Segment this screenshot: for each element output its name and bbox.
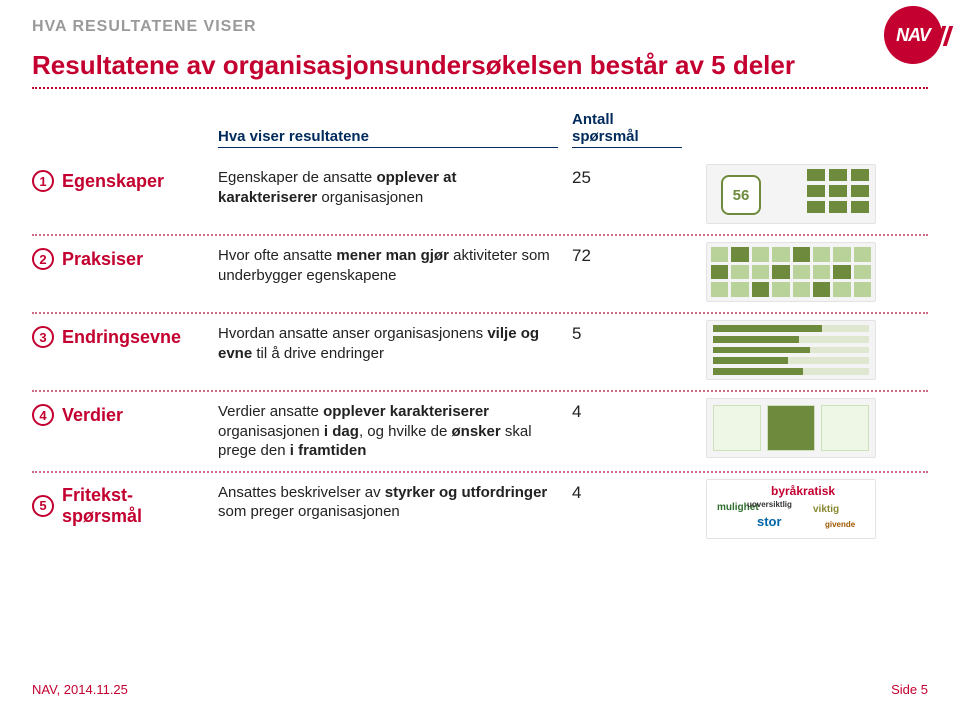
wordcloud-word: stor <box>757 514 782 529</box>
section-question-count: 25 <box>572 164 692 188</box>
slide-page: HVA RESULTATENE VISER NAV Resultatene av… <box>0 0 960 715</box>
section-label-text: Verdier <box>62 405 123 426</box>
section-label: 3 Endringsevne <box>32 320 204 348</box>
col-head-count: Antall spørsmål <box>572 111 682 148</box>
slide-kicker: HVA RESULTATENE VISER <box>32 18 928 36</box>
footer-date: NAV, 2014.11.25 <box>32 682 128 697</box>
section-row: 4 Verdier Verdier ansatte opplever karak… <box>32 390 928 461</box>
col-head-description: Hva viser resultatene <box>218 128 558 148</box>
section-label-text: Fritekst-spørsmål <box>62 485 204 527</box>
brand-logo-disc: NAV <box>884 6 942 64</box>
column-headers: Hva viser resultatene Antall spørsmål <box>32 111 928 148</box>
sections-list: Hva viser resultatene Antall spørsmål 1 … <box>32 111 928 539</box>
section-question-count: 72 <box>572 242 692 266</box>
slide-footer: NAV, 2014.11.25 Side 5 <box>32 682 928 697</box>
section-thumbnail <box>706 398 876 458</box>
section-thumbnail: byråkratisk mulighet viktig stor uoversi… <box>706 479 876 539</box>
section-row: 5 Fritekst-spørsmål Ansattes beskrivelse… <box>32 471 928 539</box>
section-thumbnail <box>706 242 876 302</box>
section-label: 5 Fritekst-spørsmål <box>32 479 204 527</box>
headline-divider <box>32 87 928 89</box>
section-thumbnail: 56 <box>706 164 876 224</box>
section-label-text: Egenskaper <box>62 171 164 192</box>
wordcloud-word: byråkratisk <box>771 484 835 498</box>
section-label: 1 Egenskaper <box>32 164 204 192</box>
brand-logo-stripes <box>939 26 950 46</box>
thumbnail-hex-value: 56 <box>721 175 761 215</box>
section-row: 1 Egenskaper Egenskaper de ansatte opple… <box>32 158 928 224</box>
section-label: 4 Verdier <box>32 398 204 426</box>
section-number-badge: 3 <box>32 326 54 348</box>
section-label-text: Endringsevne <box>62 327 181 348</box>
section-question-count: 4 <box>572 479 692 503</box>
section-description: Hvor ofte ansatte mener man gjør aktivit… <box>218 242 558 285</box>
section-number-badge: 1 <box>32 170 54 192</box>
wordcloud-word: givende <box>825 520 855 529</box>
section-description: Hvordan ansatte anser organisasjonens vi… <box>218 320 558 363</box>
section-thumbnail <box>706 320 876 380</box>
thumbnail-tiles-icon <box>807 169 869 213</box>
section-label-text: Praksiser <box>62 249 143 270</box>
section-row: 2 Praksiser Hvor ofte ansatte mener man … <box>32 234 928 302</box>
footer-page-number: Side 5 <box>891 682 928 697</box>
section-question-count: 4 <box>572 398 692 422</box>
section-number-badge: 2 <box>32 248 54 270</box>
section-description: Verdier ansatte opplever karakteriserer … <box>218 398 558 461</box>
slide-headline: Resultatene av organisasjonsundersøkelse… <box>32 50 928 81</box>
section-row: 3 Endringsevne Hvordan ansatte anser org… <box>32 312 928 380</box>
section-description: Ansattes beskrivelser av styrker og utfo… <box>218 479 558 522</box>
brand-logo: NAV <box>884 6 942 64</box>
wordcloud-word: viktig <box>813 504 839 515</box>
wordcloud-word: uoversiktlig <box>747 500 792 509</box>
section-number-badge: 4 <box>32 404 54 426</box>
section-number-badge: 5 <box>32 495 54 517</box>
section-label: 2 Praksiser <box>32 242 204 270</box>
section-question-count: 5 <box>572 320 692 344</box>
section-description: Egenskaper de ansatte opplever at karakt… <box>218 164 558 207</box>
